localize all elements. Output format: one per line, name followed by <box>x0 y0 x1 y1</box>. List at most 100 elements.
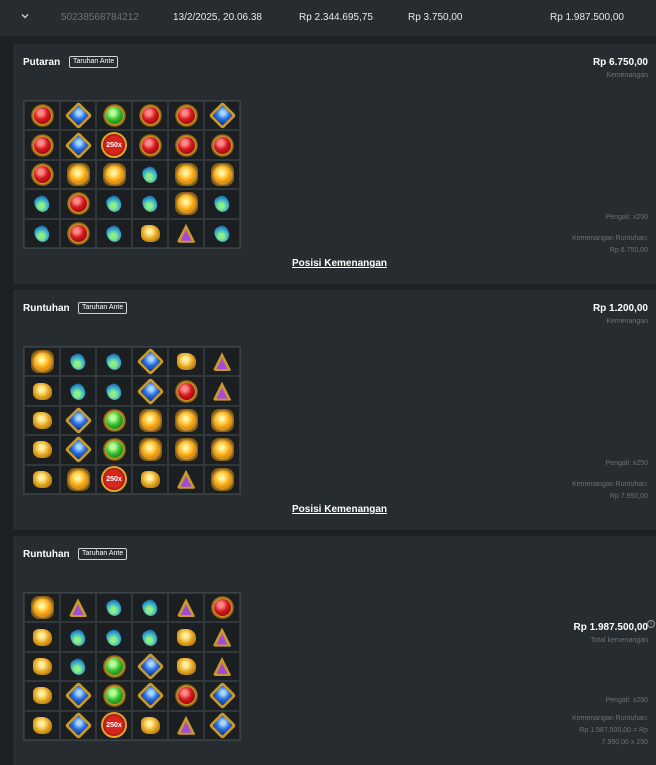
red-gem-icon <box>66 221 90 245</box>
potion-icon <box>103 626 126 649</box>
balance-value: Rp 2.344.695,75 <box>299 12 373 23</box>
potion-icon <box>67 350 90 373</box>
info-icon[interactable]: i <box>647 620 655 628</box>
potion-icon <box>103 350 126 373</box>
gold-idol-icon <box>31 684 54 707</box>
purple-gem-core <box>216 358 228 370</box>
reel-tile <box>132 218 168 248</box>
reel-tile <box>132 651 168 682</box>
reel-tile <box>204 622 240 652</box>
gold-idol-icon <box>31 626 54 649</box>
round-summary-row[interactable]: 50238568784212 13/2/2025, 20.06.38 Rp 2.… <box>0 0 656 36</box>
chevron-down-icon[interactable] <box>20 11 30 21</box>
reel-tile <box>24 593 60 623</box>
reel-tile <box>24 435 60 465</box>
red-gem-icon <box>210 596 234 620</box>
reel-tile <box>132 347 168 377</box>
gold-idol-icon <box>31 714 54 737</box>
cascade-panel-1: Runtuhan Taruhan Ante Rp 1.200,00 Kemena… <box>10 290 656 530</box>
reel-tile <box>24 464 60 494</box>
blue-gem-icon <box>64 436 92 464</box>
reel-tile <box>96 101 132 131</box>
reel-tile <box>132 159 168 190</box>
green-gem-icon <box>102 408 126 432</box>
win-value: Rp 1.987.500,00 <box>550 12 624 23</box>
gold-idol-icon <box>139 714 162 737</box>
blue-gem-icon <box>136 652 164 681</box>
reel-tile <box>204 435 240 465</box>
reel-tile <box>132 405 168 436</box>
multiplier-text: Pengali: x250 <box>605 697 648 704</box>
reel-tile <box>96 435 132 465</box>
scatter-multiplier-icon: 250x <box>101 712 127 739</box>
blue-gem-icon <box>208 711 236 740</box>
purple-gem-core <box>72 604 84 616</box>
winning-positions-link[interactable]: Posisi Kemenangan <box>292 504 387 516</box>
reel-tile <box>60 130 96 160</box>
orange-gem-icon <box>102 162 126 186</box>
reel-tile <box>204 710 240 740</box>
cascade-win-label: Kemenangan Runtuhan: <box>572 481 648 488</box>
orange-gem-icon <box>30 596 54 620</box>
reel-tile <box>168 464 204 494</box>
cascade-win-value: Rp 7.950,00 <box>609 493 648 500</box>
scatter-multiplier-label: 250x <box>106 722 122 730</box>
reel-tile <box>168 435 204 465</box>
cascade-panel-2: Runtuhan Taruhan Ante 250x Rp 1.987.500,… <box>10 536 656 765</box>
scatter-multiplier-label: 250x <box>106 142 122 150</box>
reel-tile <box>60 710 96 740</box>
red-gem-icon <box>138 104 162 128</box>
red-gem-icon <box>30 133 54 157</box>
reel-tile <box>24 130 60 160</box>
purple-gem-core <box>216 633 228 645</box>
reel-tile <box>168 681 204 711</box>
orange-gem-icon <box>174 438 198 462</box>
orange-gem-icon <box>138 438 162 462</box>
blue-gem-icon <box>208 682 236 710</box>
purple-gem-icon <box>211 380 234 403</box>
reel-tile <box>204 651 240 682</box>
reel-tile <box>168 347 204 377</box>
panel-title: Runtuhan <box>23 549 70 560</box>
reel-tile <box>60 464 96 494</box>
reel-tile <box>204 130 240 160</box>
blue-gem-icon <box>136 347 164 376</box>
reel-tile <box>204 376 240 406</box>
reel-tile <box>168 101 204 131</box>
panel-title: Putaran <box>23 57 61 68</box>
reel-tile <box>60 651 96 682</box>
red-gem-icon <box>174 104 198 128</box>
reel-tile <box>24 101 60 131</box>
reel-tile <box>168 130 204 160</box>
reel-tile <box>204 189 240 219</box>
reel-tile <box>24 189 60 219</box>
cascade-win-value: Rp 6.750,00 <box>609 247 648 254</box>
win-amount: Rp 6.750,00 <box>592 57 648 68</box>
purple-gem-core <box>180 604 192 616</box>
gold-idol-icon <box>31 468 54 491</box>
reel-tile <box>132 376 168 406</box>
potion-icon <box>103 192 126 215</box>
purple-gem-icon <box>67 596 90 619</box>
total-win-amount: Rp 1.987.500,00 <box>573 622 649 633</box>
win-amount-label: Kemenangan <box>606 318 648 325</box>
winning-positions-link[interactable]: Posisi Kemenangan <box>292 258 387 270</box>
reel-tile <box>204 218 240 248</box>
red-gem-icon <box>66 192 90 216</box>
blue-gem-icon <box>64 711 92 740</box>
purple-gem-icon <box>211 655 234 678</box>
cascade-win-label: Kemenangan Runtuhan: <box>572 235 648 242</box>
purple-gem-core <box>216 387 228 399</box>
reel-tile <box>168 710 204 740</box>
potion-icon <box>103 380 126 403</box>
reel-tile <box>168 189 204 219</box>
reel-tile <box>96 405 132 436</box>
green-gem-icon <box>102 438 126 462</box>
reel-tile <box>60 435 96 465</box>
potion-icon <box>103 596 126 619</box>
purple-gem-icon <box>175 714 198 737</box>
reel-tile: 250x <box>96 710 132 740</box>
red-gem-icon <box>174 379 198 403</box>
red-gem-icon <box>138 133 162 157</box>
reel-tile <box>60 101 96 131</box>
